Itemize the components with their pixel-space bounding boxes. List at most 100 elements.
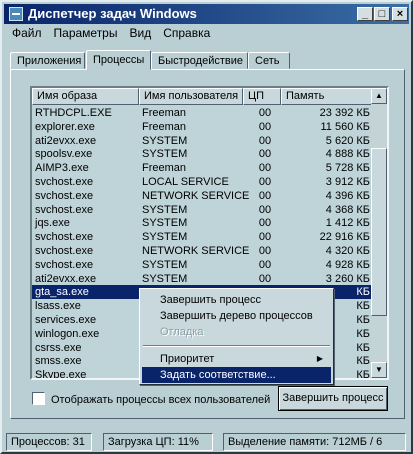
cell-cpu: 00 — [258, 258, 272, 271]
window-title: Диспетчер задач Windows — [28, 6, 197, 21]
cell-user-name: NETWORK SERVICE — [142, 189, 250, 202]
menu-view[interactable]: Вид — [123, 25, 157, 41]
priority-label: Приоритет — [160, 353, 215, 365]
cell-user-name: SYSTEM — [142, 148, 188, 161]
cell-image-name: gta_sa.exe — [35, 286, 89, 299]
close-button[interactable]: × — [392, 7, 408, 21]
menu-item-debug: Отладка — [160, 326, 204, 338]
cell-cpu: 00 — [258, 217, 272, 230]
menu-item-set-affinity[interactable]: Задать соответствие... — [142, 367, 331, 383]
cell-cpu: 00 — [258, 189, 272, 202]
tab-applications[interactable]: Приложения — [10, 52, 85, 69]
cell-image-name: svchost.exe — [35, 231, 94, 244]
cell-image-name: spoolsv.exe — [35, 148, 93, 161]
cell-user-name: SYSTEM — [142, 203, 188, 216]
menu-item-priority[interactable]: Приоритет ▶ — [142, 351, 331, 367]
cell-image-name: smss.exe — [35, 355, 82, 368]
cell-image-name: svchost.exe — [35, 176, 94, 188]
cell-memory: 4 320 КБ — [325, 245, 370, 257]
table-row[interactable]: svchost.exe LOCAL SERVICE 00 3 912 КБ — [32, 175, 373, 189]
tab-network[interactable]: Сеть — [248, 52, 290, 69]
end-process-button[interactable]: Завершить процесс — [278, 386, 388, 411]
show-all-users-label: Отображать процессы всех пользователей — [51, 394, 271, 406]
cell-cpu: 00 — [258, 162, 272, 175]
checkbox-box[interactable] — [32, 392, 45, 405]
cell-user-name: SYSTEM — [142, 134, 188, 147]
show-all-users-checkbox[interactable]: Отображать процессы всех пользователей — [32, 392, 270, 406]
table-row[interactable]: svchost.exe SYSTEM 00 22 916 КБ — [32, 230, 373, 244]
cell-memory: 1 412 КБ — [325, 217, 370, 230]
tab-processes[interactable]: Процессы — [86, 50, 151, 70]
table-row[interactable]: ati2evxx.exe SYSTEM 00 3 260 КБ — [32, 272, 373, 286]
cell-image-name: explorer.exe — [35, 120, 95, 133]
cell-cpu: 00 — [258, 245, 272, 257]
vertical-scrollbar[interactable]: ▲ ▼ — [371, 88, 387, 378]
cell-image-name: RTHDCPL.EXE — [35, 107, 112, 119]
cell-image-name: svchost.exe — [35, 245, 94, 257]
cell-image-name: svchost.exe — [35, 189, 94, 202]
cell-cpu: 00 — [258, 176, 272, 188]
menu-help[interactable]: Справка — [157, 25, 216, 41]
cell-image-name: ati2evxx.exe — [35, 134, 97, 147]
table-row[interactable]: spoolsv.exe SYSTEM 00 4 888 КБ — [32, 147, 373, 161]
status-process-count: Процессов: 31 — [6, 433, 92, 451]
cell-user-name: SYSTEM — [142, 217, 188, 230]
table-row[interactable]: jqs.exe SYSTEM 00 1 412 КБ — [32, 216, 373, 230]
scroll-up-arrow-icon[interactable]: ▲ — [371, 88, 387, 104]
cell-memory: 11 560 КБ — [320, 120, 370, 133]
status-cpu-usage: Загрузка ЦП: 11% — [103, 433, 213, 451]
cell-cpu: 00 — [258, 134, 272, 147]
cell-user-name: LOCAL SERVICE — [142, 176, 229, 188]
menu-options[interactable]: Параметры — [48, 25, 124, 41]
tab-performance[interactable]: Быстродействие — [151, 52, 248, 69]
cell-memory: 4 368 КБ — [325, 203, 370, 216]
cell-cpu: 00 — [258, 120, 272, 133]
task-manager-window: Диспетчер задач Windows _ □ × Файл Параме… — [0, 0, 413, 454]
cell-user-name: NETWORK SERVICE — [142, 245, 250, 257]
cell-memory: 3 260 КБ — [325, 272, 370, 285]
table-row[interactable]: AIMP3.exe Freeman 00 5 728 КБ — [32, 161, 373, 175]
column-image-name[interactable]: Имя образа — [32, 88, 139, 105]
menu-bar: Файл Параметры Вид Справка — [6, 25, 216, 43]
table-row[interactable]: svchost.exe SYSTEM 00 4 368 КБ — [32, 203, 373, 217]
cell-user-name: SYSTEM — [142, 272, 188, 285]
scroll-thumb[interactable] — [371, 148, 387, 316]
title-bar[interactable]: Диспетчер задач Windows _ □ × — [4, 4, 409, 24]
column-cpu[interactable]: ЦП — [243, 88, 281, 105]
cell-image-name: AIMP3.exe — [35, 162, 89, 175]
menu-file[interactable]: Файл — [6, 25, 48, 41]
cell-image-name: csrss.exe — [35, 341, 82, 354]
cell-image-name: ati2evxx.exe — [35, 272, 97, 285]
scroll-down-arrow-icon[interactable]: ▼ — [371, 362, 387, 378]
cell-image-name: winlogon.exe — [35, 327, 100, 340]
cell-memory: 4 928 КБ — [325, 258, 370, 271]
table-row[interactable]: ati2evxx.exe SYSTEM 00 5 620 КБ — [32, 134, 373, 148]
cell-cpu: 00 — [258, 231, 272, 244]
table-row[interactable]: RTHDCPL.EXE Freeman 00 23 392 КБ — [32, 106, 373, 120]
cell-user-name: Freeman — [142, 107, 187, 119]
cell-memory: 5 620 КБ — [325, 134, 370, 147]
cell-image-name: svchost.exe — [35, 203, 94, 216]
cell-cpu: 00 — [258, 272, 272, 285]
minimize-button[interactable]: _ — [357, 7, 373, 21]
cell-cpu: 00 — [258, 148, 272, 161]
task-manager-icon — [9, 7, 23, 21]
cell-user-name: Freeman — [142, 120, 187, 133]
cell-cpu: 00 — [258, 107, 272, 119]
cell-user-name: SYSTEM — [142, 231, 188, 244]
cell-image-name: svchost.exe — [35, 258, 94, 271]
maximize-button[interactable]: □ — [374, 7, 390, 21]
table-row[interactable]: svchost.exe NETWORK SERVICE 00 4 396 КБ — [32, 189, 373, 203]
cell-memory: 4 396 КБ — [325, 189, 370, 202]
table-row[interactable]: explorer.exe Freeman 00 11 560 КБ — [32, 120, 373, 134]
cell-cpu: 00 — [258, 203, 272, 216]
column-memory[interactable]: Память — [281, 88, 373, 105]
cell-image-name: lsass.exe — [35, 300, 81, 313]
cell-user-name: Freeman — [142, 162, 187, 175]
table-row[interactable]: svchost.exe NETWORK SERVICE 00 4 320 КБ — [32, 244, 373, 258]
menu-item-end-process[interactable]: Завершить процесс — [142, 292, 331, 308]
menu-item-end-process-tree[interactable]: Завершить дерево процессов — [142, 308, 331, 324]
table-row[interactable]: svchost.exe SYSTEM 00 4 928 КБ — [32, 258, 373, 272]
cell-image-name: jqs.exe — [35, 217, 70, 230]
column-user-name[interactable]: Имя пользователя — [139, 88, 243, 105]
